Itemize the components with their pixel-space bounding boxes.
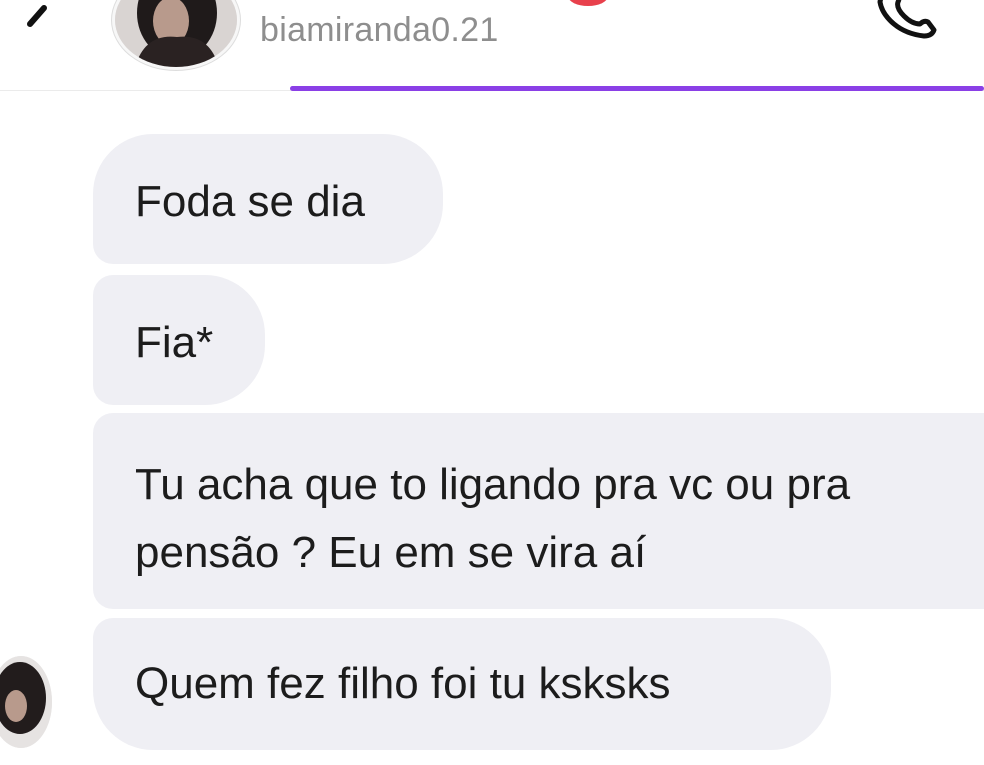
message-text: Quem fez filho foi tu ksksks <box>135 659 671 708</box>
sender-avatar[interactable] <box>0 656 52 748</box>
profile-photo-icon <box>0 656 52 748</box>
message-text-line: pensão ? Eu em se vira aí <box>135 528 647 577</box>
chat-header: biamiranda0.21 <box>0 0 984 91</box>
chat-screen: biamiranda0.21 Foda se dia Fia* Tu acha … <box>0 0 984 765</box>
story-indicator <box>568 0 608 6</box>
message-bubble[interactable]: Fia* <box>93 275 265 405</box>
profile-photo-icon <box>115 0 237 67</box>
message-bubble[interactable]: Foda se dia <box>93 134 443 264</box>
message-bubble[interactable]: Quem fez filho foi tu ksksks <box>93 618 831 750</box>
contact-username[interactable]: biamiranda0.21 <box>260 11 499 50</box>
phone-icon <box>877 0 937 39</box>
chevron-left-icon <box>27 5 47 27</box>
message-text: Fia* <box>135 318 214 367</box>
message-text: Foda se dia <box>135 177 365 226</box>
message-bubble[interactable]: Tu acha que to ligando pra vc ou pra pen… <box>93 413 984 609</box>
voice-call-button[interactable] <box>868 0 948 40</box>
back-button[interactable] <box>0 0 60 40</box>
contact-avatar[interactable] <box>112 0 240 70</box>
header-accent-bar <box>290 86 984 91</box>
message-text-line: Tu acha que to ligando pra vc ou pra <box>135 460 851 509</box>
